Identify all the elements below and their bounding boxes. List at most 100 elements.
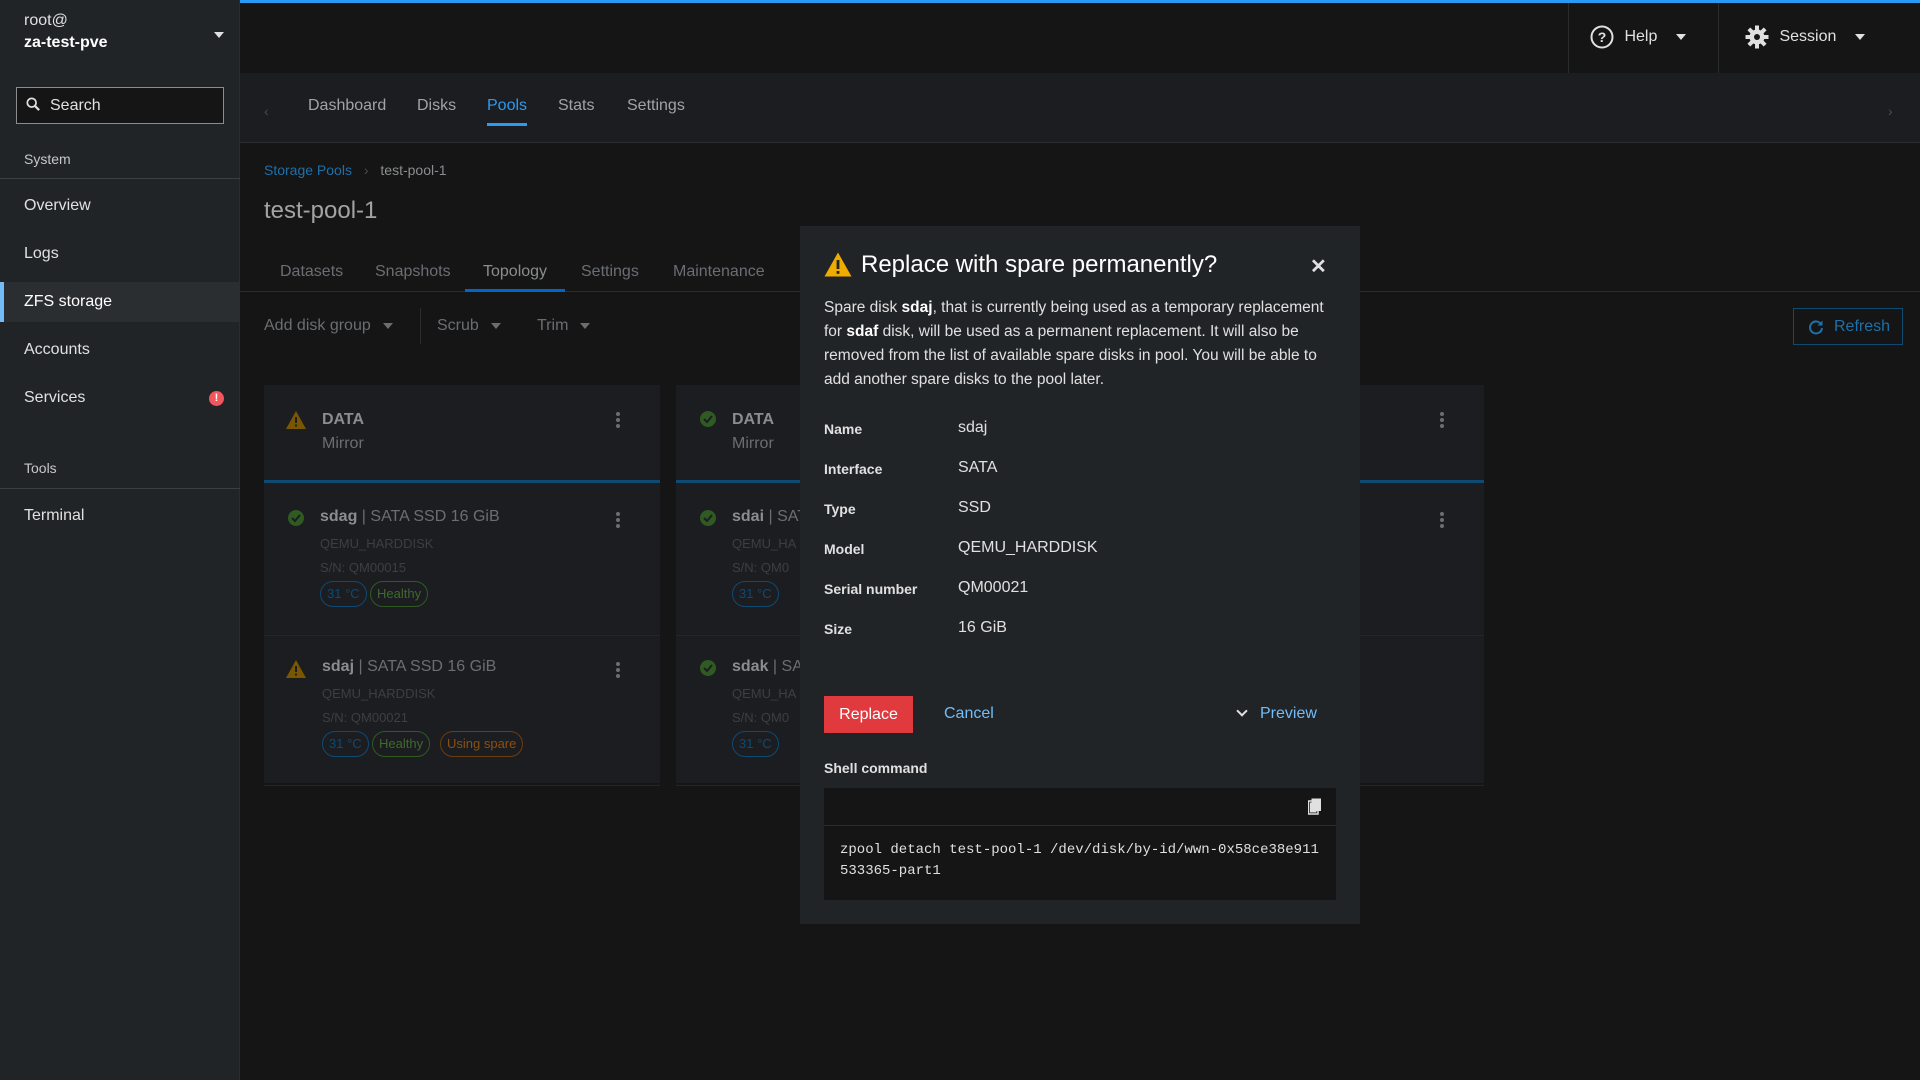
subtab-topology[interactable]: Topology [483,263,547,281]
disk-name: sdaj | SATA SSD 16 GiB [322,658,496,676]
sidebar-item-terminal[interactable]: Terminal [0,496,240,536]
close-icon[interactable]: ✕ [1310,254,1327,279]
scroll-right-icon[interactable]: › [1888,103,1893,119]
status-badge: Healthy [372,731,431,757]
section-tools: Tools [24,460,57,476]
sidebar-item-logs[interactable]: Logs [0,234,240,274]
code-block-header [824,788,1336,826]
body-text: disk, will be used as a permanent replac… [824,323,1317,388]
disk-model: QEMU_HARDDISK [322,686,436,701]
detail-value: QEMU_HARDDISK [958,539,1098,556]
caret-down-icon [1854,34,1865,40]
dialog-title: Replace with spare permanently? [861,251,1218,278]
vdev-card-header: DATA Mirror [264,385,660,483]
disk-id: sdaj [322,658,355,675]
refresh-icon [1809,320,1823,335]
scrub-dropdown[interactable]: Scrub [437,317,501,335]
host-name: za-test-pve [24,34,108,51]
divider [1568,3,1569,73]
kebab-menu-icon[interactable] [1440,412,1444,428]
sidebar-item-services[interactable]: Services ! [0,378,240,418]
session-label: Session [1779,28,1837,46]
spare-disk-name: sdaj [901,299,933,316]
masthead: ? Help Session [240,3,1920,73]
divider [420,308,421,344]
tab-pools[interactable]: Pools [487,97,527,115]
shell-command: zpool detach test-pool-1 /dev/disk/by-id… [824,826,1336,900]
tab-settings[interactable]: Settings [627,97,685,115]
trim-dropdown[interactable]: Trim [537,317,591,335]
warning-icon [286,411,306,429]
disk-id: sdak [732,658,769,675]
vdev-card: DATA Mirror sdag | SATA SSD 16 GiB QEMU_… [264,385,660,786]
breadcrumb-separator-icon: › [363,162,369,178]
disk-serial: S/N: QM00015 [320,560,406,575]
divider [0,488,240,489]
sidebar-item-zfs-storage[interactable]: ZFS storage [0,282,240,322]
preview-toggle[interactable]: Preview [1236,705,1317,723]
temperature-badge: 31 °C [732,581,779,607]
tab-dashboard[interactable]: Dashboard [308,97,386,115]
detail-label: Serial number [824,581,918,597]
warning-icon [824,252,852,277]
subtab-maintenance[interactable]: Maintenance [673,263,765,281]
kebab-menu-icon[interactable] [1440,512,1444,528]
check-circle-icon [700,660,716,676]
kebab-menu-icon[interactable] [616,662,620,678]
divider [0,178,240,179]
add-disk-group-dropdown[interactable]: Add disk group [264,317,393,335]
status-badge: Healthy [370,581,429,607]
disk-desc: | SATA SSD 16 GiB [354,658,497,675]
warning-icon [286,660,306,678]
caret-down-icon [580,322,591,329]
disk-serial: S/N: QM0 [732,710,790,725]
replace-button[interactable]: Replace [824,696,913,733]
subtab-snapshots[interactable]: Snapshots [375,263,451,281]
search-icon [26,97,40,111]
host-user: root@ [24,12,68,29]
page-title: test-pool-1 [264,197,378,224]
subtab-datasets[interactable]: Datasets [280,263,343,281]
detail-value: SSD [958,499,991,516]
help-label: Help [1624,28,1658,46]
search-input[interactable]: Search [16,87,224,124]
session-menu[interactable]: Session [1745,25,1865,51]
section-system: System [24,151,71,167]
body-text: Spare disk [824,299,902,316]
copy-icon[interactable] [1308,798,1322,815]
caret-down-icon [1675,34,1686,40]
breadcrumb-current: test-pool-1 [380,162,447,178]
help-icon: ? [1590,25,1614,49]
disk-id: sdai [732,508,765,525]
disk-serial: S/N: QM0 [732,560,790,575]
subtab-settings[interactable]: Settings [581,263,639,281]
kebab-menu-icon[interactable] [616,512,620,528]
scroll-left-icon[interactable]: ‹ [264,103,269,119]
kebab-menu-icon[interactable] [616,412,620,428]
trim-label: Trim [537,317,569,334]
cancel-button[interactable]: Cancel [944,705,994,723]
refresh-label: Refresh [1834,318,1891,335]
sidebar-item-accounts[interactable]: Accounts [0,330,240,370]
help-menu[interactable]: ? Help [1590,25,1686,51]
temperature-badge: 31 °C [322,731,369,757]
disk-serial: S/N: QM00021 [322,710,408,725]
sidebar-item-overview[interactable]: Overview [0,186,240,226]
alert-badge: ! [209,391,224,406]
breadcrumb: Storage Pools › test-pool-1 [264,162,447,178]
tab-stats[interactable]: Stats [558,97,594,115]
host-selector[interactable]: root@ za-test-pve [24,12,224,62]
breadcrumb-storage-pools[interactable]: Storage Pools [264,162,352,178]
svg-text:?: ? [1598,29,1607,45]
detail-label: Name [824,421,863,437]
temperature-badge: 31 °C [320,581,367,607]
dialog-description: Spare disk sdaj, that is currently being… [824,296,1336,392]
tab-disks[interactable]: Disks [417,97,456,115]
disk-model: QEMU_HA [732,686,797,701]
check-circle-icon [288,510,304,526]
check-circle-icon [700,411,716,427]
caret-down-icon [490,322,501,329]
refresh-button[interactable]: Refresh [1793,308,1903,345]
tab-active-indicator [487,123,527,126]
preview-label: Preview [1260,705,1317,722]
